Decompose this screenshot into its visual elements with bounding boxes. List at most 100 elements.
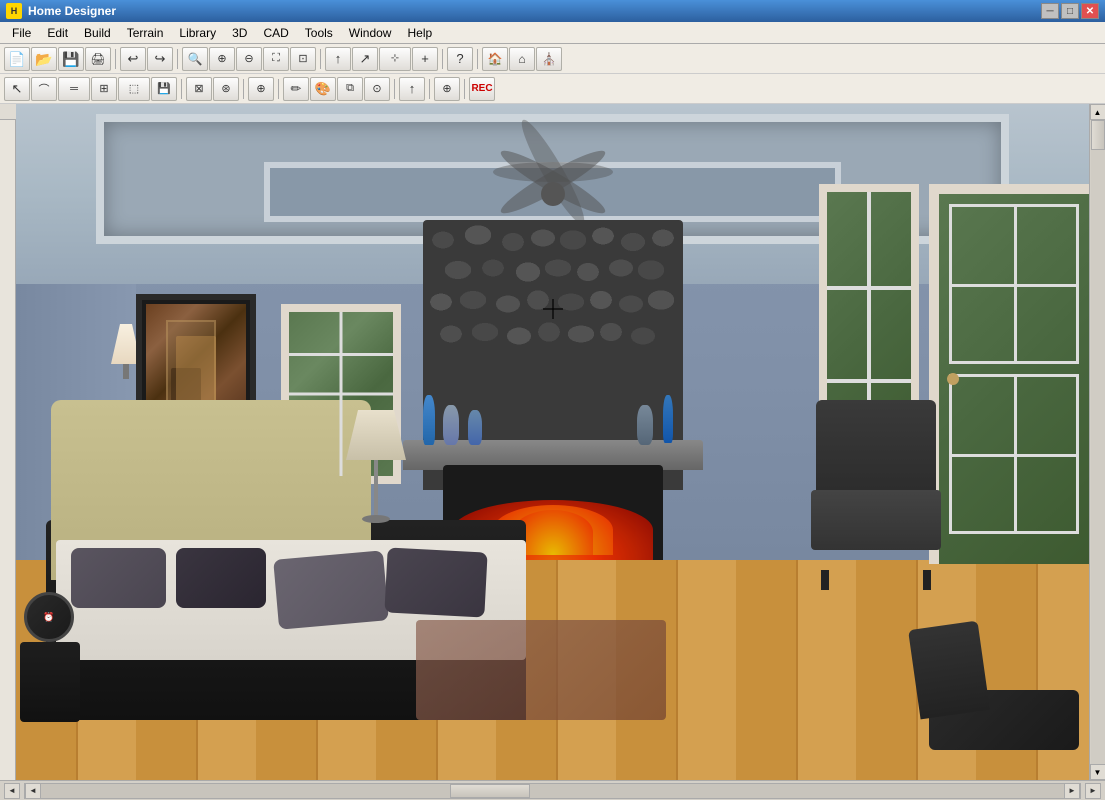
lamp-post <box>374 460 378 515</box>
scroll-right-corner[interactable]: ► <box>1085 783 1101 799</box>
menu-file[interactable]: File <box>4 24 39 42</box>
room-tool-button[interactable]: ⊞ <box>91 77 117 101</box>
help-button[interactable]: ? <box>447 47 473 71</box>
menu-terrain[interactable]: Terrain <box>119 24 172 42</box>
scroll-left-arrow[interactable]: ◄ <box>25 783 41 799</box>
zoom-in-button[interactable]: ⊕ <box>209 47 235 71</box>
paint-button[interactable]: 🎨 <box>310 77 336 101</box>
fireplace-surround <box>423 220 683 560</box>
object-button[interactable]: ⬚ <box>118 77 150 101</box>
wall-icon: ═ <box>70 83 78 95</box>
vase2 <box>443 405 459 445</box>
undo-button[interactable]: ↩ <box>120 47 146 71</box>
lamp-base <box>362 515 390 523</box>
grid-icon: ⊛ <box>221 82 230 95</box>
texture-button[interactable]: ⧉ <box>337 77 363 101</box>
house2-button[interactable]: ⌂ <box>509 47 535 71</box>
delete-icon: ⊠ <box>194 82 203 95</box>
open-button[interactable]: 📂 <box>31 47 57 71</box>
texture-icon: ⧉ <box>346 82 354 95</box>
draw-curve-button[interactable]: ⌒ <box>31 77 57 101</box>
new-icon: 📄 <box>8 52 25 66</box>
move-up-icon: ↑ <box>409 81 416 96</box>
vase4 <box>663 395 673 443</box>
vase3 <box>468 410 482 445</box>
scroll-thumb-vertical[interactable] <box>1091 120 1105 150</box>
tool3-icon: ⊙ <box>372 82 381 95</box>
scroll-track-vertical[interactable] <box>1091 120 1105 764</box>
separator3 <box>320 49 321 69</box>
print-icon: 🖨 <box>90 52 105 66</box>
fit2-icon: ⊡ <box>298 52 307 65</box>
pillow4 <box>384 547 487 617</box>
menu-library[interactable]: Library <box>171 24 224 42</box>
house-view-button[interactable]: 🏠 <box>482 47 508 71</box>
wall-tool-button[interactable]: ═ <box>58 77 90 101</box>
separator <box>115 49 116 69</box>
house-icon: 🏠 <box>488 52 503 66</box>
separator6 <box>181 79 182 99</box>
print-button[interactable]: 🖨 <box>85 47 111 71</box>
scroll-up-arrow[interactable]: ▲ <box>1090 104 1105 120</box>
scroll-down-arrow[interactable]: ▼ <box>1090 764 1105 780</box>
save-button[interactable]: 💾 <box>58 47 84 71</box>
pencil-icon: ✏ <box>291 81 302 97</box>
place-button[interactable]: ⊕ <box>248 77 274 101</box>
zoom-button[interactable]: 🔍 <box>182 47 208 71</box>
menu-edit[interactable]: Edit <box>39 24 76 42</box>
delete-button[interactable]: ⊠ <box>186 77 212 101</box>
zoom-out-button[interactable]: ⊖ <box>236 47 262 71</box>
building-button[interactable]: ⛪ <box>536 47 562 71</box>
separator9 <box>394 79 395 99</box>
tool2-button[interactable]: ↗ <box>352 47 378 71</box>
open-icon: 📂 <box>35 52 52 66</box>
save2-button[interactable]: 💾 <box>151 77 177 101</box>
tool3-button[interactable]: ⊙ <box>364 77 390 101</box>
scroll-thumb-horizontal[interactable] <box>450 784 530 798</box>
menu-cad[interactable]: CAD <box>255 24 296 42</box>
redo-icon: ↪ <box>155 51 166 67</box>
maximize-button[interactable]: □ <box>1061 3 1079 19</box>
pillow3 <box>273 550 389 629</box>
new-button[interactable]: 📄 <box>4 47 30 71</box>
menu-tools[interactable]: Tools <box>297 24 341 42</box>
pillow1 <box>71 548 166 608</box>
add-icon: + <box>421 51 429 66</box>
menu-3d[interactable]: 3D <box>224 24 255 42</box>
corner-chair-back <box>908 621 990 720</box>
measure-button[interactable]: ⊹ <box>379 47 411 71</box>
zoom-in-icon: ⊕ <box>217 52 226 65</box>
arrow-button[interactable]: ↑ <box>325 47 351 71</box>
fit-button[interactable]: ⛶ <box>263 47 289 71</box>
right-scrollbar: ▲ ▼ <box>1089 104 1105 780</box>
corner-chair <box>929 620 1079 750</box>
menu-window[interactable]: Window <box>341 24 400 42</box>
bottom-scrollbar[interactable]: ◄ ► <box>24 783 1081 799</box>
move-up-button[interactable]: ↑ <box>399 77 425 101</box>
chair-seat <box>811 490 941 550</box>
measure-icon: ⊹ <box>391 53 399 64</box>
grid-button[interactable]: ⊛ <box>213 77 239 101</box>
add-button[interactable]: + <box>412 47 438 71</box>
pencil-button[interactable]: ✏ <box>283 77 309 101</box>
redo-button[interactable]: ↪ <box>147 47 173 71</box>
place-icon: ⊕ <box>256 82 265 95</box>
minimize-button[interactable]: ─ <box>1041 3 1059 19</box>
menu-build[interactable]: Build <box>76 24 119 42</box>
scroll-right-arrow[interactable]: ► <box>1064 783 1080 799</box>
scene-canvas: ⏰ <box>16 104 1089 780</box>
window-controls: ─ □ ✕ <box>1041 3 1099 19</box>
close-button[interactable]: ✕ <box>1081 3 1099 19</box>
viewport[interactable]: ⏰ <box>16 104 1089 780</box>
select-arrow-icon: ↖ <box>12 81 23 97</box>
object-icon: ⬚ <box>129 82 139 95</box>
rec-button[interactable]: REC <box>469 77 495 101</box>
curve-icon: ⌒ <box>39 81 50 97</box>
scroll-left-corner[interactable]: ◄ <box>4 783 20 799</box>
rotate-button[interactable]: ⊕ <box>434 77 460 101</box>
menu-help[interactable]: Help <box>399 24 440 42</box>
chair-leg-right <box>923 570 931 590</box>
toolbar2: ↖ ⌒ ═ ⊞ ⬚ 💾 ⊠ ⊛ ⊕ ✏ 🎨 ⧉ ⊙ ↑ ⊕ <box>0 74 1105 104</box>
fit2-button[interactable]: ⊡ <box>290 47 316 71</box>
select-arrow-button[interactable]: ↖ <box>4 77 30 101</box>
